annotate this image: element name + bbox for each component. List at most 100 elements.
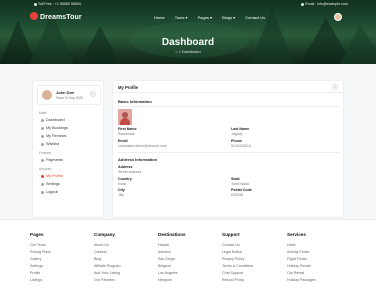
last-name-value: Jayjoej xyxy=(231,132,243,136)
footer-link[interactable]: Gallery xyxy=(30,256,51,263)
footer-link[interactable]: Los Angeles xyxy=(158,270,186,277)
footer-link[interactable]: Pricing Plans xyxy=(30,249,51,256)
footer-link[interactable]: Listings xyxy=(30,277,51,284)
sidebar-item-reviews[interactable]: My Reviews xyxy=(41,134,66,138)
sidebar-item-bookings[interactable]: My Bookings xyxy=(41,126,68,130)
nav-menu: Home Tours▾ Pages▾ Blogs▾ Contact Us xyxy=(154,15,274,20)
user-avatar[interactable] xyxy=(334,13,342,21)
nav-item-pages[interactable]: Pages xyxy=(198,15,209,20)
footer-link[interactable]: Affiliate Program xyxy=(94,263,121,270)
profile-photo xyxy=(118,109,132,125)
footer-link[interactable]: Our Partners xyxy=(94,277,121,284)
footer-link[interactable]: Careers xyxy=(94,249,121,256)
heart-icon xyxy=(41,142,44,146)
dashboard-icon xyxy=(41,118,44,122)
address-info-title: Address Information xyxy=(118,157,158,162)
profile-panel: My Profile ✎ Basic Information First Nam… xyxy=(112,80,344,218)
footer-link[interactable]: Newyork xyxy=(158,277,186,284)
top-info-bar: Toll Free : +1 56565 56594 Email : info@… xyxy=(0,0,376,9)
footer-link[interactable]: Our Team xyxy=(30,242,51,249)
logout-icon xyxy=(41,190,44,194)
footer-link[interactable]: Hotel xyxy=(287,242,316,249)
footer-link[interactable]: About Us xyxy=(94,242,121,249)
footer-link[interactable]: San Diego xyxy=(158,256,186,263)
footer-link[interactable]: Add Your Listing xyxy=(94,270,121,277)
postal-code-label: Postal Code xyxy=(231,188,252,192)
reviews-icon xyxy=(41,134,44,138)
footer-link[interactable]: Privacy Policy xyxy=(222,256,253,263)
footer-link[interactable]: Hawaii xyxy=(158,242,186,249)
footer-heading: Services xyxy=(287,232,306,237)
footer-link[interactable]: Flight Finder xyxy=(287,256,316,263)
hero-banner: Toll Free : +1 56565 56594 Email : info@… xyxy=(0,0,376,64)
panel-title: My Profile xyxy=(118,85,139,90)
footer-column-company: Company About Us Careers Blog Affiliate … xyxy=(94,232,121,284)
nav-item-contact[interactable]: Contact Us xyxy=(245,15,265,20)
site-logo[interactable]: DreamsTour xyxy=(30,12,82,21)
avatar xyxy=(42,90,52,100)
footer-heading: Destinations xyxy=(158,232,186,237)
sidebar-item-label: Payments xyxy=(46,158,63,162)
footer-heading: Pages xyxy=(30,232,44,237)
footer-column-services: Services Hotel Activity Finder Flight Fi… xyxy=(287,232,316,284)
chevron-down-icon: ▾ xyxy=(185,15,188,20)
sidebar-item-label: Dashboard xyxy=(46,118,65,122)
section-label-account: Account xyxy=(39,167,52,171)
nav-item-home[interactable]: Home xyxy=(154,15,165,20)
footer-link[interactable]: Belgium xyxy=(158,263,186,270)
footer-link[interactable]: Blog xyxy=(94,256,121,263)
address-value: Street address xyxy=(118,170,142,174)
last-name-label: Last Name xyxy=(231,127,250,131)
nav-item-blogs[interactable]: Blogs xyxy=(222,15,232,20)
first-name-value: Raudonae xyxy=(118,132,135,136)
phone-label: Phone xyxy=(231,139,242,143)
sidebar-item-label: My Bookings xyxy=(46,126,68,130)
footer-link[interactable]: Car Rental xyxy=(287,270,316,277)
nav-item-tours[interactable]: Tours xyxy=(175,15,185,20)
sidebar-item-profile[interactable]: My Profile xyxy=(41,174,63,178)
sidebar-item-payments[interactable]: Payments xyxy=(41,158,63,162)
address-label: Address xyxy=(118,165,133,169)
footer-heading: Support xyxy=(222,232,240,237)
footer-link[interactable]: Chat Support xyxy=(222,270,253,277)
footer-link[interactable]: Refund Policy xyxy=(222,277,253,284)
postal-code-value: 620938 xyxy=(231,193,243,197)
sidebar-item-settings[interactable]: Settings xyxy=(41,182,60,186)
edit-icon[interactable]: ✎ xyxy=(90,91,96,97)
section-label-finance: Finance xyxy=(39,151,52,155)
footer-link[interactable]: Contact Us xyxy=(222,242,253,249)
bookings-icon xyxy=(41,126,44,130)
email-text[interactable]: Email : info@example.com xyxy=(305,2,348,6)
footer-link[interactable]: Holiday Packages xyxy=(287,277,316,284)
country-value: India xyxy=(118,182,126,186)
breadcrumb: ⌂ > Dashboard xyxy=(0,50,376,54)
chevron-down-icon: ▾ xyxy=(233,15,236,20)
footer-link[interactable]: Holiday Rental xyxy=(287,263,316,270)
breadcrumb-separator: > xyxy=(178,50,181,54)
mail-icon xyxy=(301,2,305,6)
sidebar-item-logout[interactable]: Logout xyxy=(41,190,58,194)
city-value: Jilly xyxy=(118,193,124,197)
member-since: Since 10 Sep 2025 xyxy=(56,96,83,100)
page-title: Dashboard xyxy=(161,37,215,48)
panel-header: My Profile ✎ xyxy=(113,81,343,93)
state-value: Tamil Nadu xyxy=(231,182,249,186)
logo-icon xyxy=(30,12,38,20)
phone-value: 9215416314 xyxy=(231,144,251,148)
sidebar-item-wishlist[interactable]: Wishlist xyxy=(41,142,59,146)
footer-link[interactable]: Terms & Conditions xyxy=(222,263,253,270)
footer-link[interactable]: Activity Finder xyxy=(287,249,316,256)
email-value: coolunited.demo@demort.com xyxy=(118,144,167,148)
footer-link[interactable]: Legal Notice xyxy=(222,249,253,256)
sidebar-item-label: Settings xyxy=(46,182,60,186)
section-label-main: Main xyxy=(39,111,47,115)
state-label: State xyxy=(231,177,240,181)
site-footer: Pages Our Team Pricing Plans Gallery Set… xyxy=(0,219,376,300)
sidebar-item-dashboard[interactable]: Dashboard xyxy=(41,118,65,122)
home-icon[interactable]: ⌂ xyxy=(175,50,177,54)
edit-icon[interactable]: ✎ xyxy=(332,84,338,90)
footer-link[interactable]: Settings xyxy=(30,263,51,270)
footer-link[interactable]: Istanbul xyxy=(158,249,186,256)
footer-column-support: Support Contact Us Legal Notice Privacy … xyxy=(222,232,253,284)
footer-link[interactable]: Profile xyxy=(30,270,51,277)
